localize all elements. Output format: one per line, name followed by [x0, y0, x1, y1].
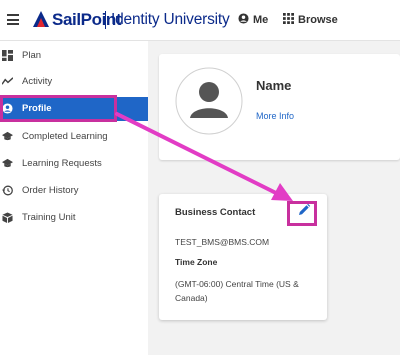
nav-me-button[interactable]: Me	[238, 13, 268, 26]
sidebar-item-label: Completed Learning	[22, 131, 108, 142]
timezone-value: (GMT-06:00) Central Time (US & Canada)	[175, 279, 299, 303]
graduation-cap-icon	[2, 158, 13, 168]
nav-browse-label: Browse	[298, 14, 338, 26]
activity-icon	[2, 77, 13, 85]
dashboard-icon	[2, 50, 13, 61]
nav-me-label: Me	[253, 14, 269, 26]
profile-highlight-box	[0, 95, 117, 122]
nav-browse-button[interactable]: Browse	[283, 13, 338, 26]
graduation-cap-icon	[2, 131, 13, 141]
history-icon	[2, 185, 13, 196]
sidebar-item-plan[interactable]: Plan	[0, 44, 148, 68]
sidebar-item-learning-requests[interactable]: Learning Requests	[0, 152, 148, 176]
cube-icon	[2, 212, 13, 223]
avatar[interactable]	[175, 67, 243, 135]
sidebar: Plan Activity Profile Completed Learning…	[0, 41, 148, 355]
sidebar-item-training-unit[interactable]: Training Unit	[0, 206, 148, 230]
sidebar-item-label: Learning Requests	[22, 158, 102, 169]
hamburger-menu-icon[interactable]	[7, 14, 19, 25]
grid-icon	[283, 13, 294, 24]
timezone-label: Time Zone	[175, 257, 218, 267]
logo-divider	[105, 11, 106, 29]
sidebar-item-label: Plan	[22, 50, 42, 61]
sidebar-item-label: Activity	[22, 76, 53, 87]
sidebar-item-label: Order History	[22, 185, 79, 196]
business-contact-title: Business Contact	[175, 207, 256, 218]
sidebar-item-label: Training Unit	[22, 212, 76, 223]
user-circle-icon	[238, 13, 249, 24]
sidebar-item-activity[interactable]: Activity	[0, 70, 148, 94]
edit-highlight-box	[287, 201, 317, 226]
site-subtitle: Identity University	[111, 11, 230, 28]
sidebar-item-completed-learning[interactable]: Completed Learning	[0, 125, 148, 149]
sailpoint-logo-icon	[33, 11, 49, 27]
more-info-link[interactable]: More Info	[256, 111, 294, 121]
contact-email: TEST_BMS@BMS.COM	[175, 237, 270, 247]
sidebar-item-order-history[interactable]: Order History	[0, 179, 148, 203]
top-header: SailPoint Identity University Me Browse	[0, 0, 400, 41]
profile-name: Name	[256, 78, 292, 93]
